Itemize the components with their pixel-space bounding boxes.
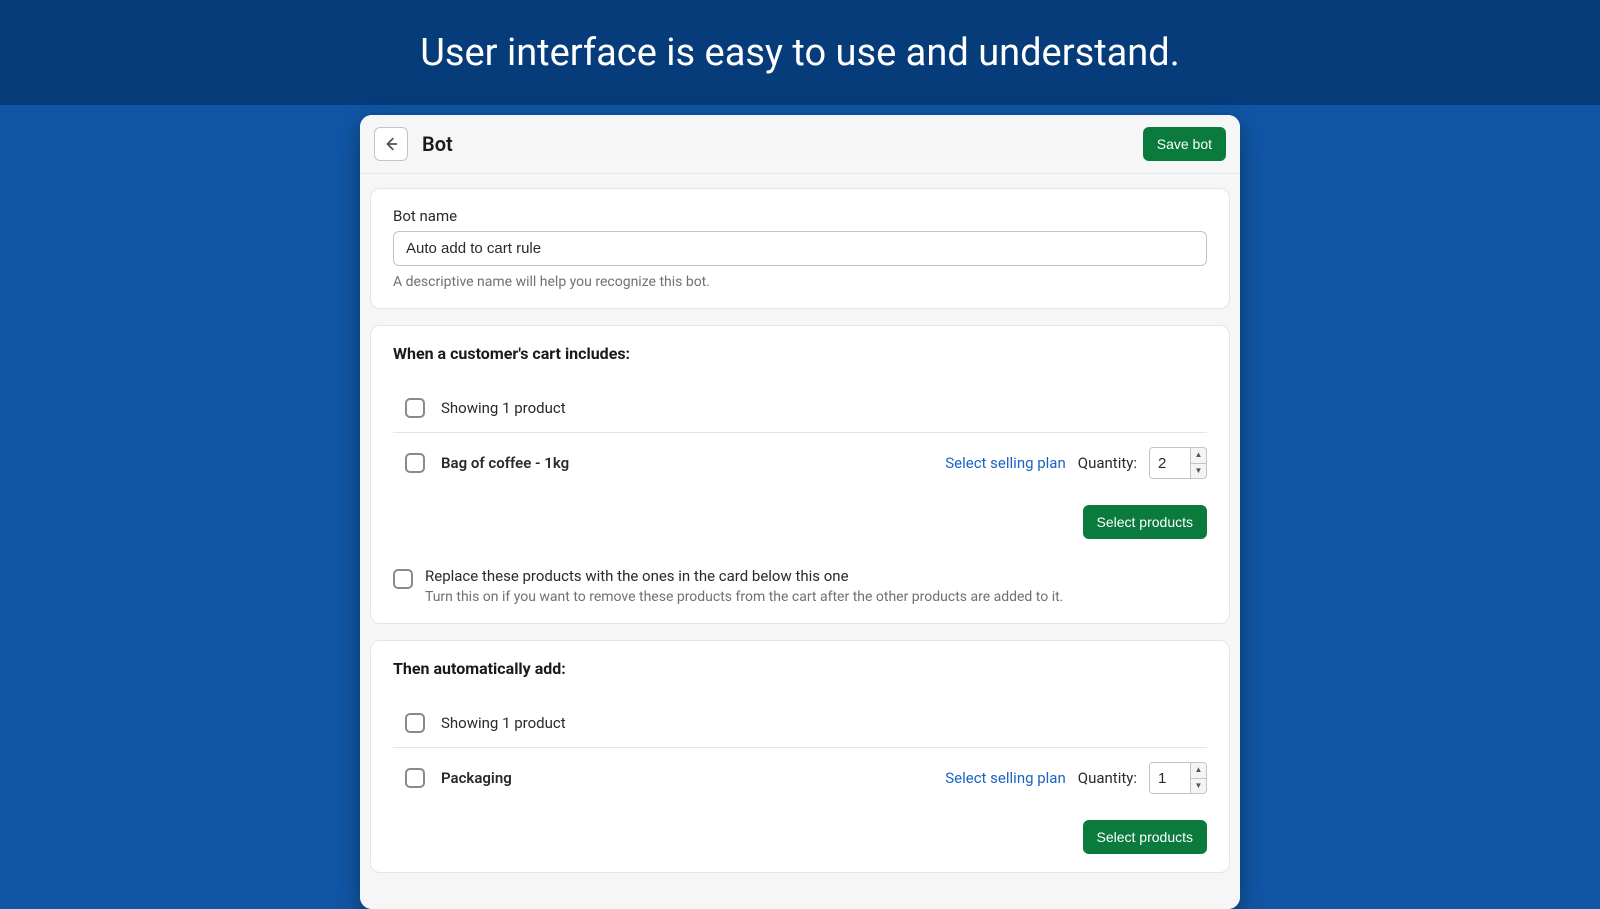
app-window: Bot Save bot Bot name A descriptive name… — [360, 115, 1240, 909]
replace-label: Replace these products with the ones in … — [425, 567, 1063, 585]
add-quantity-input[interactable] — [1150, 763, 1190, 793]
page-title: Bot — [422, 132, 453, 156]
save-bot-button[interactable]: Save bot — [1143, 127, 1226, 161]
app-header: Bot Save bot — [360, 115, 1240, 174]
add-product-checkbox[interactable] — [405, 768, 425, 788]
include-card: When a customer's cart includes: Showing… — [370, 325, 1230, 624]
add-quantity-stepper: ▲ ▼ — [1149, 762, 1207, 794]
include-select-products-button[interactable]: Select products — [1083, 505, 1208, 539]
back-button[interactable] — [374, 127, 408, 161]
include-quantity-label: Quantity: — [1078, 454, 1137, 472]
include-showing-row: Showing 1 product — [393, 384, 1207, 432]
bot-name-input[interactable] — [393, 231, 1207, 266]
include-qty-down-button[interactable]: ▼ — [1191, 463, 1206, 479]
chevron-up-icon: ▲ — [1195, 451, 1203, 459]
arrow-left-icon — [382, 135, 400, 153]
add-quantity-label: Quantity: — [1078, 769, 1137, 787]
add-card: Then automatically add: Showing 1 produc… — [370, 640, 1230, 873]
add-qty-down-button[interactable]: ▼ — [1191, 778, 1206, 794]
add-title: Then automatically add: — [393, 659, 1207, 678]
include-product-checkbox[interactable] — [405, 453, 425, 473]
include-select-plan-link[interactable]: Select selling plan — [945, 454, 1066, 472]
include-showing-label: Showing 1 product — [441, 399, 1207, 417]
include-title: When a customer's cart includes: — [393, 344, 1207, 363]
replace-checkbox[interactable] — [393, 569, 413, 589]
include-product-name: Bag of coffee - 1kg — [441, 454, 945, 472]
add-select-plan-link[interactable]: Select selling plan — [945, 769, 1066, 787]
include-quantity-stepper: ▲ ▼ — [1149, 447, 1207, 479]
add-select-all-checkbox[interactable] — [405, 713, 425, 733]
add-select-products-button[interactable]: Select products — [1083, 820, 1208, 854]
replace-row: Replace these products with the ones in … — [393, 567, 1207, 605]
include-product-row: Bag of coffee - 1kg Select selling plan … — [393, 432, 1207, 493]
bot-name-card: Bot name A descriptive name will help yo… — [370, 188, 1230, 309]
bot-name-label: Bot name — [393, 207, 1207, 225]
add-qty-up-button[interactable]: ▲ — [1191, 763, 1206, 778]
include-select-all-checkbox[interactable] — [405, 398, 425, 418]
chevron-down-icon: ▼ — [1195, 467, 1203, 475]
marketing-banner: User interface is easy to use and unders… — [0, 0, 1600, 105]
include-quantity-input[interactable] — [1150, 448, 1190, 478]
include-qty-up-button[interactable]: ▲ — [1191, 448, 1206, 463]
replace-help: Turn this on if you want to remove these… — [425, 589, 1063, 605]
add-showing-label: Showing 1 product — [441, 714, 1207, 732]
add-showing-row: Showing 1 product — [393, 699, 1207, 747]
chevron-down-icon: ▼ — [1195, 782, 1203, 790]
chevron-up-icon: ▲ — [1195, 766, 1203, 774]
banner-text: User interface is easy to use and unders… — [420, 31, 1179, 75]
bot-name-help: A descriptive name will help you recogni… — [393, 274, 1207, 290]
add-product-name: Packaging — [441, 769, 945, 787]
add-product-row: Packaging Select selling plan Quantity: … — [393, 747, 1207, 808]
